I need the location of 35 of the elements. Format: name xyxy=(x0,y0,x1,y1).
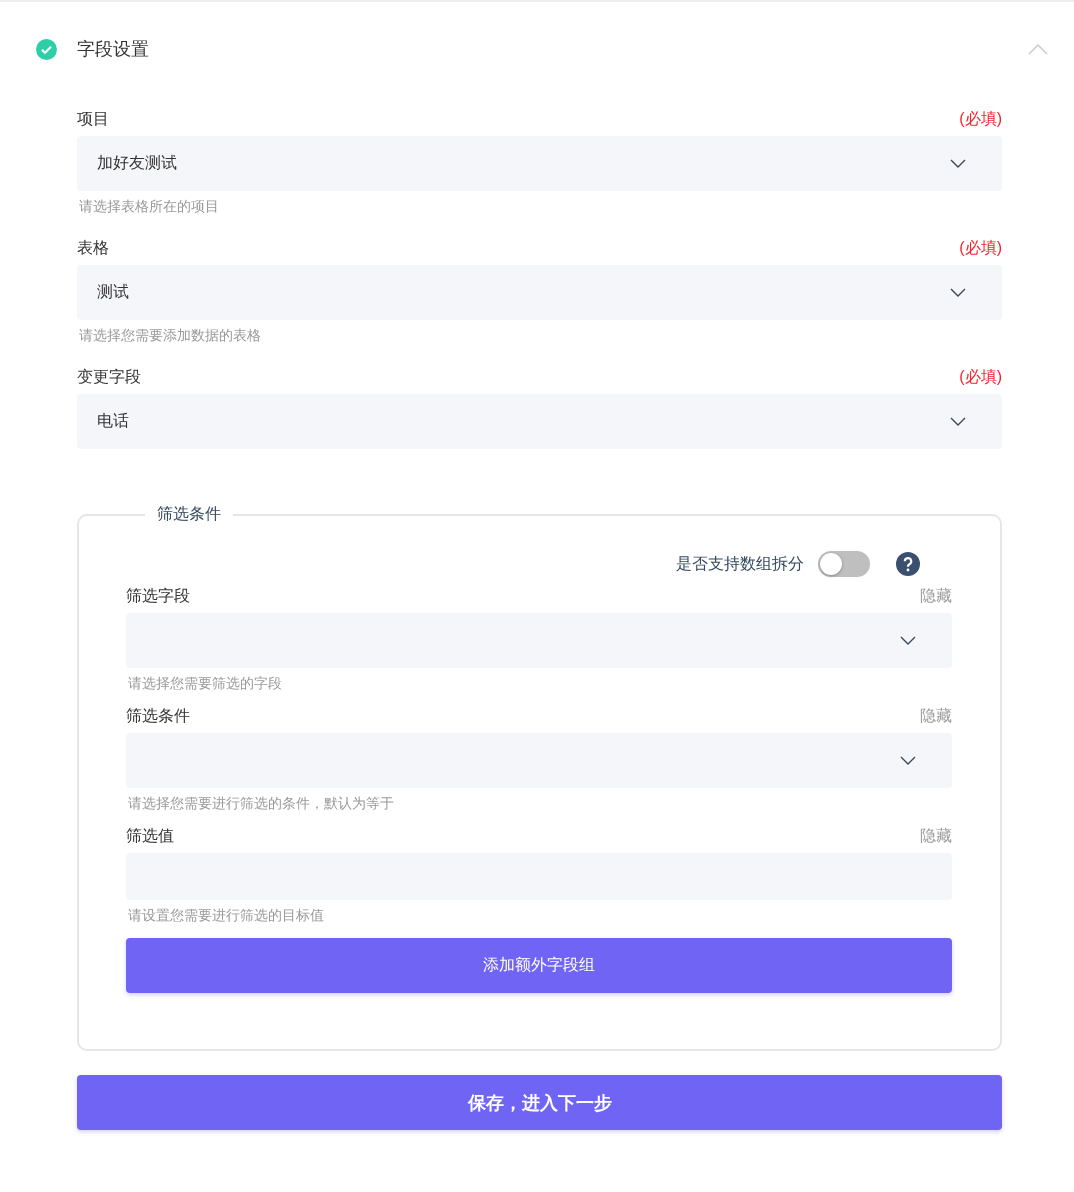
hide-link[interactable]: 隐藏 xyxy=(920,826,952,847)
field-hint: 请选择您需要筛选的字段 xyxy=(127,674,283,693)
required-marker: (必填) xyxy=(959,238,1002,258)
field-label: 筛选值 xyxy=(126,826,174,846)
field-label: 变更字段 xyxy=(77,367,141,387)
chevron-up-icon[interactable] xyxy=(1028,43,1048,55)
chevron-down-icon xyxy=(950,417,966,426)
field-label: 表格 xyxy=(77,238,109,258)
select-field[interactable] xyxy=(126,733,952,788)
hide-link[interactable]: 隐藏 xyxy=(920,706,952,727)
hide-link[interactable]: 隐藏 xyxy=(920,586,952,607)
field-label: 项目 xyxy=(77,109,109,129)
chevron-down-icon xyxy=(900,756,916,765)
select-field[interactable]: 加好友测试 xyxy=(77,136,1002,191)
toggle-label: 是否支持数组拆分 xyxy=(676,553,804,574)
select-field[interactable]: 电话 xyxy=(77,394,1002,449)
help-icon[interactable] xyxy=(896,552,920,576)
toggle-switch[interactable] xyxy=(818,551,870,577)
add-button[interactable]: 添加额外字段组 xyxy=(126,938,952,993)
field-hint: 请选择您需要添加数据的表格 xyxy=(78,326,262,345)
field-label: 筛选字段 xyxy=(126,586,190,606)
chevron-down-icon xyxy=(900,636,916,645)
field-hint: 请选择表格所在的项目 xyxy=(78,197,220,216)
select-field[interactable]: 测试 xyxy=(77,265,1002,320)
chevron-down-icon xyxy=(950,159,966,168)
save-button[interactable]: 保存，进入下一步 xyxy=(77,1075,1002,1130)
chevron-down-icon xyxy=(950,288,966,297)
select-field[interactable] xyxy=(126,613,952,668)
required-marker: (必填) xyxy=(959,367,1002,387)
section-title: 字段设置 xyxy=(77,38,150,61)
panel-title: 筛选条件 xyxy=(156,504,222,524)
field-label: 筛选条件 xyxy=(126,706,190,726)
field-hint: 请选择您需要进行筛选的条件，默认为等于 xyxy=(127,794,395,813)
required-marker: (必填) xyxy=(959,109,1002,129)
field-hint: 请设置您需要进行筛选的目标值 xyxy=(127,906,325,925)
